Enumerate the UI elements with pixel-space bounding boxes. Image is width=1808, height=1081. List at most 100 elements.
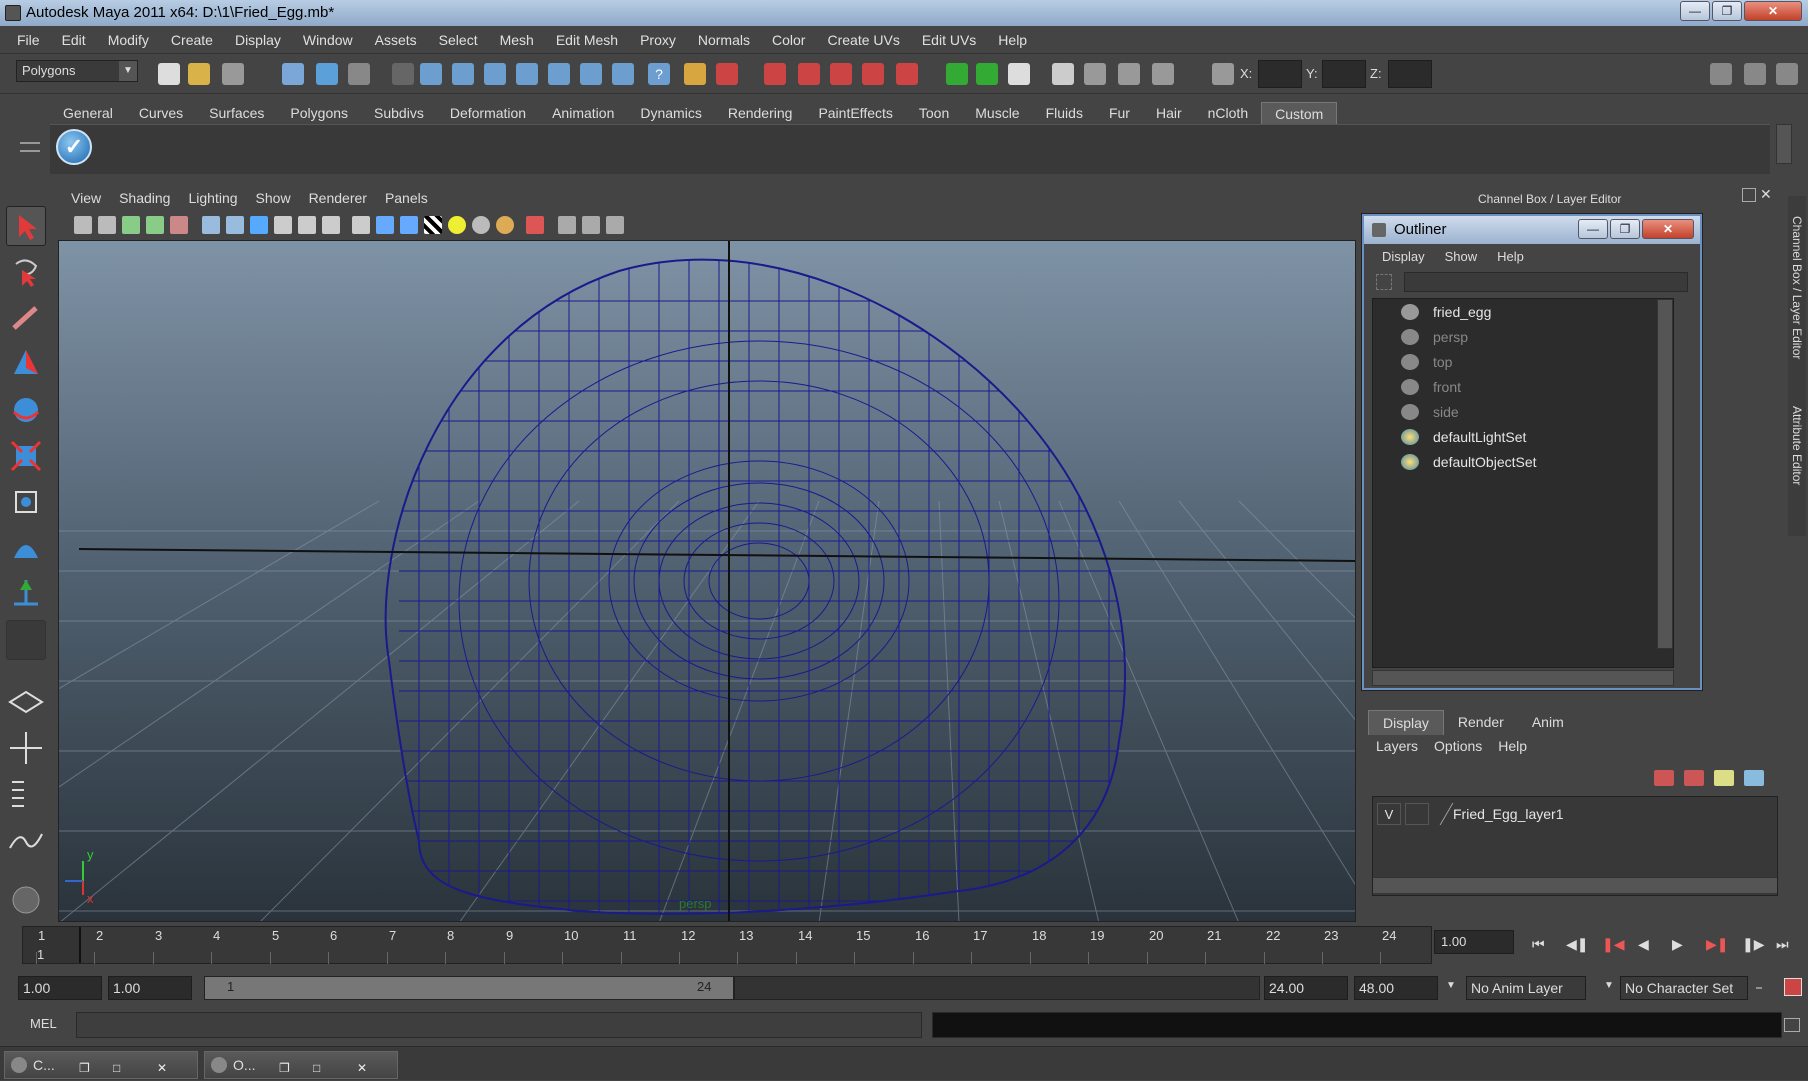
camera-select-icon[interactable]	[74, 216, 92, 234]
select-tool-icon[interactable]	[6, 206, 46, 246]
grid-icon[interactable]	[1152, 63, 1174, 85]
soft-mod-tool-icon[interactable]	[6, 528, 46, 568]
x-field[interactable]	[1258, 60, 1302, 88]
tab-painteffects[interactable]: PaintEffects	[805, 102, 905, 124]
sidebar-toggle-icon[interactable]	[1052, 63, 1074, 85]
restore-icon[interactable]: ❐	[279, 1055, 290, 1081]
tab-deformation[interactable]: Deformation	[437, 102, 539, 124]
rotate-tool-icon[interactable]	[6, 390, 46, 430]
y-field[interactable]	[1322, 60, 1366, 88]
menu-window[interactable]: Window	[292, 32, 364, 48]
history-icon[interactable]	[612, 63, 634, 85]
select-object-icon[interactable]	[316, 63, 338, 85]
tab-ncloth[interactable]: nCloth	[1195, 102, 1261, 124]
viewport-menu-show[interactable]: Show	[247, 190, 300, 206]
side-tab-attribute-editor[interactable]: Attribute Editor	[1790, 406, 1804, 485]
select-component-icon[interactable]	[348, 63, 370, 85]
maximize-icon[interactable]: □	[113, 1055, 120, 1081]
tab-polygons[interactable]: Polygons	[277, 102, 361, 124]
tab-display[interactable]: Display	[1368, 710, 1444, 735]
outliner-menu-display[interactable]: Display	[1372, 246, 1435, 268]
outliner-item-default-object-set[interactable]: defaultObjectSet	[1401, 451, 1537, 473]
close-panel-icon[interactable]: ✕	[1760, 186, 1772, 203]
scale-tool-icon[interactable]	[6, 436, 46, 476]
menu-mesh[interactable]: Mesh	[489, 32, 545, 48]
all-lights-icon[interactable]	[472, 216, 490, 234]
menu-color[interactable]: Color	[761, 32, 816, 48]
outliner-horizontal-scrollbar[interactable]	[1372, 670, 1674, 686]
layer-move-up-icon[interactable]	[1714, 770, 1734, 786]
paint-select-tool-icon[interactable]	[6, 298, 46, 338]
outliner-item-default-light-set[interactable]: defaultLightSet	[1401, 426, 1526, 448]
outliner-item-front[interactable]: front	[1401, 376, 1461, 398]
input-ops-icon[interactable]	[716, 63, 738, 85]
menu-display[interactable]: Display	[224, 32, 292, 48]
shelf-scrollbar[interactable]	[1776, 124, 1792, 164]
step-forward-frame-icon[interactable]: ❚▶	[1742, 936, 1765, 953]
layer-display-type-toggle[interactable]	[1405, 803, 1429, 825]
render-frame-icon[interactable]	[764, 63, 786, 85]
rename-icon[interactable]	[976, 63, 998, 85]
viewport-menu-panels[interactable]: Panels	[376, 190, 437, 206]
move-tool-icon[interactable]	[6, 344, 46, 384]
check-icon[interactable]: ✓	[56, 129, 92, 165]
ipr-render-icon[interactable]	[798, 63, 820, 85]
tab-general[interactable]: General	[50, 102, 126, 124]
character-set-selector[interactable]: No Character Set	[1620, 976, 1748, 1000]
close-icon[interactable]: ✕	[157, 1055, 167, 1081]
tab-custom[interactable]: Custom	[1261, 102, 1338, 124]
minimized-window-1[interactable]: C... ❐ □ ✕	[4, 1051, 198, 1079]
snap-point-icon[interactable]	[484, 63, 506, 85]
select-by-name-icon[interactable]	[1008, 63, 1030, 85]
tab-rendering[interactable]: Rendering	[715, 102, 806, 124]
chevron-down-icon[interactable]: ▼	[1446, 980, 1456, 991]
manipulator-tool-icon[interactable]	[6, 482, 46, 522]
viewport-menu-shading[interactable]: Shading	[110, 190, 179, 206]
tab-render[interactable]: Render	[1444, 710, 1518, 735]
hud-icon[interactable]	[606, 216, 624, 234]
minimize-button[interactable]: —	[1680, 1, 1710, 21]
outliner-item-fried-egg[interactable]: fried_egg	[1401, 301, 1491, 323]
help-question-icon[interactable]: ?	[648, 63, 670, 85]
outliner-menu-help[interactable]: Help	[1487, 246, 1534, 268]
layer-menu-help[interactable]: Help	[1490, 738, 1535, 754]
layout-single-icon[interactable]	[6, 682, 46, 722]
safe-title-icon[interactable]	[322, 216, 340, 234]
outliner-minimize-button[interactable]: —	[1578, 219, 1608, 239]
minimized-window-2[interactable]: O... ❐ □ ✕	[204, 1051, 398, 1079]
side-tab-channel-box[interactable]: Channel Box / Layer Editor	[1790, 216, 1804, 359]
resolution-gate-icon[interactable]	[226, 216, 244, 234]
float-panel-icon[interactable]	[1742, 188, 1756, 202]
maximize-icon[interactable]: □	[313, 1055, 320, 1081]
tab-fur[interactable]: Fur	[1096, 102, 1143, 124]
snap-settings-icon[interactable]	[1118, 63, 1140, 85]
channel-box-toggle-icon[interactable]	[1776, 63, 1798, 85]
snap-grid-icon[interactable]	[420, 63, 442, 85]
layer-menu-options[interactable]: Options	[1426, 738, 1490, 754]
layer-move-down-icon[interactable]	[1744, 770, 1764, 786]
bookmarks-icon[interactable]	[122, 216, 140, 234]
snap-live-icon[interactable]	[580, 63, 602, 85]
animation-start-field[interactable]: 1.00	[18, 976, 102, 1000]
textured-icon[interactable]	[424, 216, 442, 234]
grid-toggle-icon[interactable]	[170, 216, 188, 234]
current-frame-field[interactable]: 1.00	[1434, 930, 1514, 954]
z-field[interactable]	[1388, 60, 1432, 88]
layer-color-swatch[interactable]	[1428, 803, 1454, 825]
wireframe-icon[interactable]	[352, 216, 370, 234]
tab-fluids[interactable]: Fluids	[1033, 102, 1096, 124]
layer-horizontal-scrollbar[interactable]	[1373, 877, 1777, 893]
safe-action-icon[interactable]	[298, 216, 316, 234]
input-line-icon[interactable]	[946, 63, 968, 85]
chevron-down-icon[interactable]: ▼	[1604, 980, 1614, 991]
play-forwards-icon[interactable]: ▶	[1672, 936, 1683, 953]
shelf-options-icon[interactable]	[20, 142, 40, 152]
close-button[interactable]: ✕	[1744, 1, 1802, 21]
menu-set-selector[interactable]: Polygons ▼	[16, 60, 138, 82]
viewport-menu-lighting[interactable]: Lighting	[179, 190, 246, 206]
open-scene-icon[interactable]	[188, 63, 210, 85]
tab-surfaces[interactable]: Surfaces	[196, 102, 277, 124]
menu-create-uvs[interactable]: Create UVs	[816, 32, 910, 48]
script-editor-icon[interactable]	[1784, 1018, 1800, 1032]
step-back-key-icon[interactable]: ❚◀	[1602, 936, 1625, 953]
